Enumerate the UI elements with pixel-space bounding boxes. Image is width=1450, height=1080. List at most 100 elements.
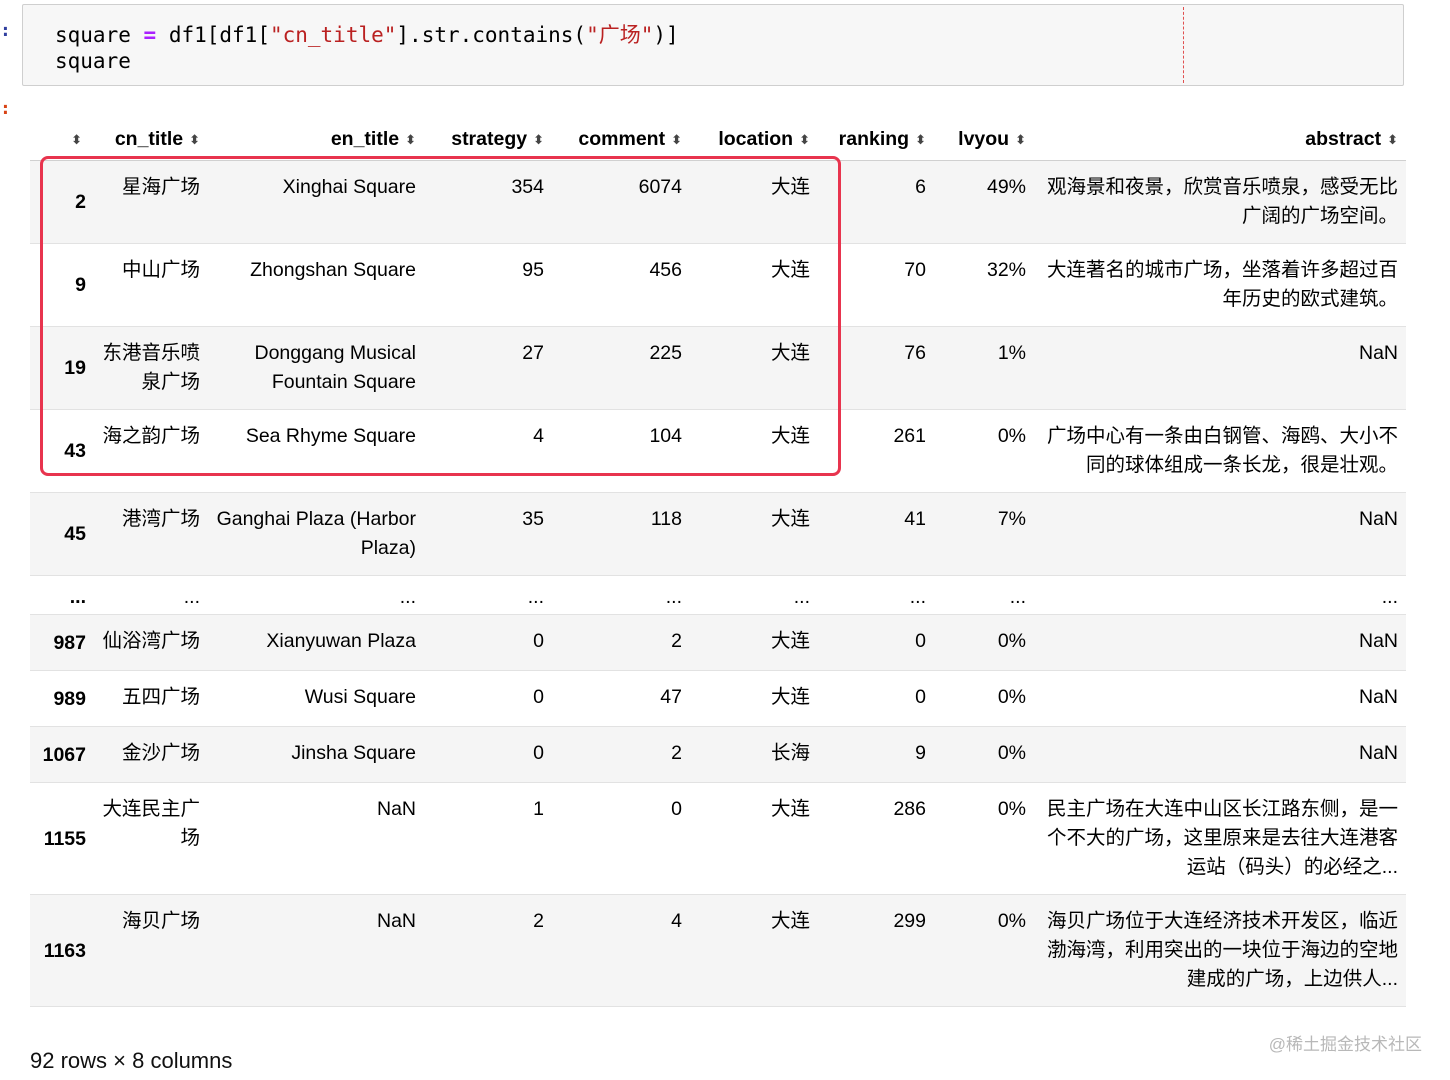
column-header[interactable]: comment ⬍ [552, 120, 690, 161]
cell-strategy: 35 [424, 492, 552, 576]
cell-location: 大连 [690, 782, 818, 895]
cell-en-title: Wusi Square [208, 670, 424, 727]
cell-lvyou: 1% [934, 326, 1034, 410]
cell-ranking: ... [818, 575, 934, 615]
cell-ranking: 0 [818, 614, 934, 671]
cell-cn-title: 港湾广场 [94, 492, 208, 576]
cell-ranking: 6 [818, 160, 934, 244]
column-header-label: ranking [838, 128, 910, 151]
index-header[interactable]: ⬍ [30, 120, 94, 161]
cell-comment: 6074 [552, 160, 690, 244]
table-body: 2 星海广场 Xinghai Square 354 6074 大连 6 49% 观海景和夜景，欣… [30, 160, 1406, 1007]
code-line-1[interactable]: square = df1[df1["cn_title"].str.contain… [55, 19, 679, 49]
cell-ranking: 299 [818, 894, 934, 1007]
sort-arrows-icon[interactable]: ⬍ [1015, 132, 1026, 148]
table-row: 987 仙浴湾广场 Xianyuwan Plaza 0 2 大连 0 0% NaN [30, 614, 1406, 671]
cell-abstract: 民主广场在大连中山区长江路东侧，是一个不大的广场，这里原来是去往大连港客运站（码… [1034, 782, 1406, 895]
sort-arrows-icon[interactable]: ⬍ [189, 132, 200, 148]
cell-location: 大连 [690, 894, 818, 1007]
cell-strategy: 354 [424, 160, 552, 244]
table-header-row: ⬍ cn_title ⬍ en_title ⬍ strategy ⬍ comment ⬍… [30, 120, 1406, 161]
sort-arrows-icon[interactable]: ⬍ [1387, 132, 1398, 148]
code-line-2[interactable]: square [55, 49, 131, 73]
cell-ranking: 76 [818, 326, 934, 410]
row-index: 45 [30, 492, 94, 576]
cell-lvyou: 0% [934, 670, 1034, 727]
cell-comment: ... [552, 575, 690, 615]
column-header-label: strategy [451, 128, 528, 151]
cell-lvyou: 0% [934, 409, 1034, 493]
sort-arrows-icon[interactable]: ⬍ [533, 132, 544, 148]
row-index: 19 [30, 326, 94, 410]
cell-abstract: NaN [1034, 614, 1406, 671]
cell-ranking: 41 [818, 492, 934, 576]
column-header[interactable]: abstract ⬍ [1034, 120, 1406, 161]
sort-arrows-icon[interactable]: ⬍ [799, 132, 810, 148]
cell-abstract: 广场中心有一条由白钢管、海鸥、大小不同的球体组成一条长龙，很是壮观。 [1034, 409, 1406, 493]
cell-en-title: NaN [208, 782, 424, 895]
table-row: 19 东港音乐喷泉广场 Donggang Musical Fountain Squa… [30, 326, 1406, 410]
cell-strategy: 95 [424, 243, 552, 327]
code-cell-editor[interactable]: square = df1[df1["cn_title"].str.contain… [22, 4, 1404, 86]
cell-lvyou: 0% [934, 614, 1034, 671]
dataframe-shape-info: 92 rows × 8 columns [30, 1048, 233, 1073]
cell-comment: 2 [552, 726, 690, 783]
cell-en-title: NaN [208, 894, 424, 1007]
sort-arrows-icon[interactable]: ⬍ [405, 132, 416, 148]
cell-ranking: 286 [818, 782, 934, 895]
column-header-label: lvyou [958, 128, 1010, 151]
cell-en-title: ... [208, 575, 424, 615]
cell-cn-title: 中山广场 [94, 243, 208, 327]
cell-lvyou: ... [934, 575, 1034, 615]
cell-comment: 4 [552, 894, 690, 1007]
cell-location: 大连 [690, 492, 818, 576]
table-row: ........................... [30, 575, 1406, 615]
cell-strategy: 1 [424, 782, 552, 895]
cell-en-title: Ganghai Plaza (Harbor Plaza) [208, 492, 424, 576]
column-header[interactable]: ranking ⬍ [818, 120, 934, 161]
cell-cn-title: 仙浴湾广场 [94, 614, 208, 671]
table-row: 9 中山广场 Zhongshan Square 95 456 大连 70 32% 大连著名的城市… [30, 243, 1406, 327]
column-header[interactable]: lvyou ⬍ [934, 120, 1034, 161]
column-header[interactable]: cn_title ⬍ [94, 120, 208, 161]
column-header-label: en_title [330, 128, 400, 151]
cell-en-title: Sea Rhyme Square [208, 409, 424, 493]
cell-location: ... [690, 575, 818, 615]
cell-strategy: 2 [424, 894, 552, 1007]
cell-location: 大连 [690, 243, 818, 327]
column-header-label: comment [578, 128, 666, 151]
cell-cn-title: 大连民主广场 [94, 782, 208, 895]
code-expr-pre: df1[df1[ [156, 23, 270, 47]
cell-ranking: 70 [818, 243, 934, 327]
row-index: 43 [30, 409, 94, 493]
code-string-pattern: "广场" [586, 23, 654, 47]
cell-comment: 2 [552, 614, 690, 671]
column-header[interactable]: strategy ⬍ [424, 120, 552, 161]
sort-arrows-icon[interactable]: ⬍ [71, 132, 82, 148]
row-index: 9 [30, 243, 94, 327]
column-header[interactable]: location ⬍ [690, 120, 818, 161]
cell-comment: 225 [552, 326, 690, 410]
cell-abstract: NaN [1034, 670, 1406, 727]
cell-strategy: ... [424, 575, 552, 615]
cell-en-title: Donggang Musical Fountain Square [208, 326, 424, 410]
cell-strategy: 4 [424, 409, 552, 493]
table-row: 2 星海广场 Xinghai Square 354 6074 大连 6 49% 观海景和夜景，欣… [30, 160, 1406, 244]
cell-cn-title: ... [94, 575, 208, 615]
column-header[interactable]: en_title ⬍ [208, 120, 424, 161]
cell-comment: 118 [552, 492, 690, 576]
code-expr-mid: ].str.contains( [396, 23, 587, 47]
sort-arrows-icon[interactable]: ⬍ [915, 132, 926, 148]
cell-comment: 47 [552, 670, 690, 727]
cell-location: 大连 [690, 670, 818, 727]
cell-abstract: NaN [1034, 492, 1406, 576]
row-index: 989 [30, 670, 94, 727]
row-index: ... [30, 575, 94, 615]
cell-strategy: 0 [424, 726, 552, 783]
cell-en-title: Xinghai Square [208, 160, 424, 244]
sort-arrows-icon[interactable]: ⬍ [671, 132, 682, 148]
column-header-label: cn_title [114, 128, 184, 151]
cell-cn-title: 金沙广场 [94, 726, 208, 783]
cell-strategy: 0 [424, 670, 552, 727]
cell-strategy: 27 [424, 326, 552, 410]
